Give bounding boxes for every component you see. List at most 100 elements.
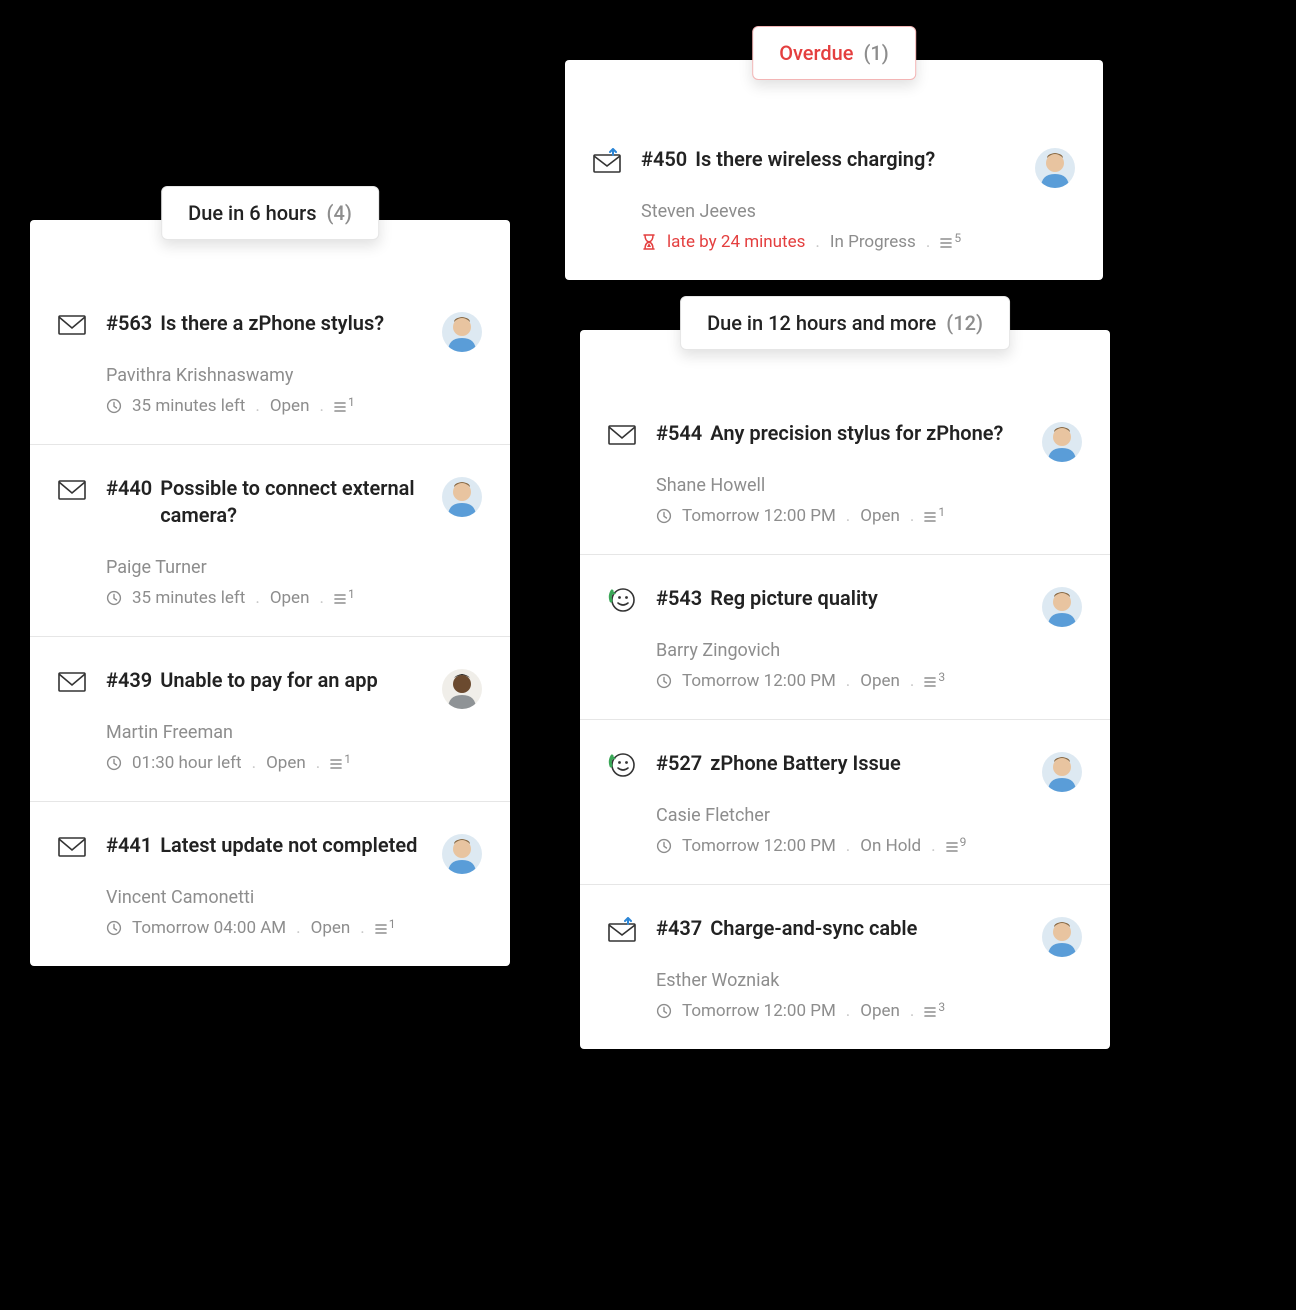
ticket-meta: 01:30 hour left . Open . 1 [106, 753, 424, 773]
column-count: (12) [946, 311, 983, 335]
ticket-meta: Tomorrow 04:00 AM . Open . 1 [106, 918, 424, 938]
thread-count: 1 [334, 591, 355, 605]
ticket-id: #440 [106, 475, 152, 529]
ticket-subject: Possible to connect external camera? [160, 475, 424, 529]
email-icon [58, 477, 86, 503]
avatar[interactable] [1042, 587, 1082, 627]
ticket-card[interactable]: #440 Possible to connect external camera… [30, 445, 510, 637]
ticket-due: 01:30 hour left [132, 753, 242, 773]
separator-dot: . [931, 836, 935, 856]
list-icon [924, 676, 936, 688]
clock-icon [656, 838, 672, 854]
ticket-card[interactable]: #544 Any precision stylus for zPhone? Sh… [580, 390, 1110, 555]
ticket-requester: Vincent Camonetti [106, 887, 424, 908]
column-overdue: Overdue (1) #450 Is there wireless charg… [565, 60, 1103, 280]
ticket-status: In Progress [830, 232, 916, 252]
ticket-meta: Tomorrow 12:00 PM . On Hold . 9 [656, 836, 1024, 856]
thread-count: 9 [946, 839, 967, 853]
column-count: (1) [863, 41, 888, 65]
ticket-due: Tomorrow 12:00 PM [682, 1001, 836, 1021]
separator-dot: . [296, 918, 300, 938]
ticket-title[interactable]: #450 Is there wireless charging? [641, 146, 1017, 173]
ticket-card[interactable]: #527 zPhone Battery Issue Casie Fletcher… [580, 720, 1110, 885]
thread-count: 3 [924, 674, 945, 688]
ticket-title[interactable]: #527 zPhone Battery Issue [656, 750, 1024, 777]
ticket-card[interactable]: #543 Reg picture quality Barry Zingovich… [580, 555, 1110, 720]
avatar[interactable] [1042, 752, 1082, 792]
list-icon [330, 758, 342, 770]
ticket-title[interactable]: #563 Is there a zPhone stylus? [106, 310, 424, 337]
feedback-icon [608, 752, 636, 778]
ticket-subject: Charge-and-sync cable [710, 915, 917, 942]
separator-dot: . [815, 232, 819, 252]
ticket-requester: Paige Turner [106, 557, 424, 578]
ticket-card[interactable]: #450 Is there wireless charging? Steven … [565, 116, 1103, 280]
clock-icon [656, 1003, 672, 1019]
list-icon [924, 511, 936, 523]
ticket-subject: Latest update not completed [160, 832, 417, 859]
ticket-due: 35 minutes left [132, 588, 245, 608]
ticket-card[interactable]: #437 Charge-and-sync cable Esther Woznia… [580, 885, 1110, 1049]
avatar[interactable] [442, 834, 482, 874]
clock-icon [106, 920, 122, 936]
avatar[interactable] [1042, 917, 1082, 957]
ticket-meta: Tomorrow 12:00 PM . Open . 3 [656, 671, 1024, 691]
ticket-title[interactable]: #439 Unable to pay for an app [106, 667, 424, 694]
separator-dot: . [846, 1001, 850, 1021]
separator-dot: . [319, 588, 323, 608]
separator-dot: . [846, 671, 850, 691]
column-header[interactable]: Due in 6 hours (4) [161, 186, 379, 240]
column-label: Overdue [779, 41, 853, 65]
ticket-status: Open [270, 588, 310, 608]
ticket-due: Tomorrow 04:00 AM [132, 918, 286, 938]
ticket-title[interactable]: #437 Charge-and-sync cable [656, 915, 1024, 942]
separator-dot: . [846, 506, 850, 526]
separator-dot: . [360, 918, 364, 938]
ticket-title[interactable]: #440 Possible to connect external camera… [106, 475, 424, 529]
clock-icon [656, 673, 672, 689]
ticket-title[interactable]: #544 Any precision stylus for zPhone? [656, 420, 1024, 447]
email-icon [608, 422, 636, 448]
list-icon [334, 401, 346, 413]
ticket-late: late by 24 minutes [667, 232, 805, 252]
hourglass-icon [641, 234, 657, 250]
ticket-due: Tomorrow 12:00 PM [682, 836, 836, 856]
ticket-subject: Is there wireless charging? [695, 146, 935, 173]
thread-count: 5 [940, 235, 961, 249]
ticket-card[interactable]: #563 Is there a zPhone stylus? Pavithra … [30, 280, 510, 445]
ticket-meta: late by 24 minutes . In Progress . 5 [641, 232, 1017, 252]
avatar[interactable] [442, 669, 482, 709]
ticket-list: #563 Is there a zPhone stylus? Pavithra … [30, 220, 510, 966]
separator-dot: . [910, 1001, 914, 1021]
ticket-card[interactable]: #439 Unable to pay for an app Martin Fre… [30, 637, 510, 802]
ticket-meta: Tomorrow 12:00 PM . Open . 1 [656, 506, 1024, 526]
avatar[interactable] [1035, 148, 1075, 188]
ticket-requester: Barry Zingovich [656, 640, 1024, 661]
email-icon [58, 312, 86, 338]
separator-dot: . [252, 753, 256, 773]
avatar[interactable] [442, 477, 482, 517]
ticket-subject: zPhone Battery Issue [710, 750, 901, 777]
column-header[interactable]: Due in 12 hours and more (12) [680, 296, 1010, 350]
ticket-card[interactable]: #441 Latest update not completed Vincent… [30, 802, 510, 966]
ticket-requester: Esther Wozniak [656, 970, 1024, 991]
ticket-id: #450 [641, 146, 687, 173]
separator-dot: . [846, 836, 850, 856]
avatar[interactable] [442, 312, 482, 352]
email-icon [58, 669, 86, 695]
clock-icon [106, 755, 122, 771]
column-label: Due in 6 hours [188, 201, 316, 225]
ticket-meta: 35 minutes left . Open . 1 [106, 588, 424, 608]
ticket-requester: Shane Howell [656, 475, 1024, 496]
avatar[interactable] [1042, 422, 1082, 462]
column-header[interactable]: Overdue (1) [752, 26, 916, 80]
ticket-title[interactable]: #543 Reg picture quality [656, 585, 1024, 612]
ticket-title[interactable]: #441 Latest update not completed [106, 832, 424, 859]
ticket-id: #441 [106, 832, 152, 859]
ticket-meta: 35 minutes left . Open . 1 [106, 396, 424, 416]
ticket-requester: Martin Freeman [106, 722, 424, 743]
ticket-subject: Reg picture quality [710, 585, 878, 612]
ticket-requester: Steven Jeeves [641, 201, 1017, 222]
email-reply-icon [608, 917, 636, 943]
ticket-status: Open [270, 396, 310, 416]
